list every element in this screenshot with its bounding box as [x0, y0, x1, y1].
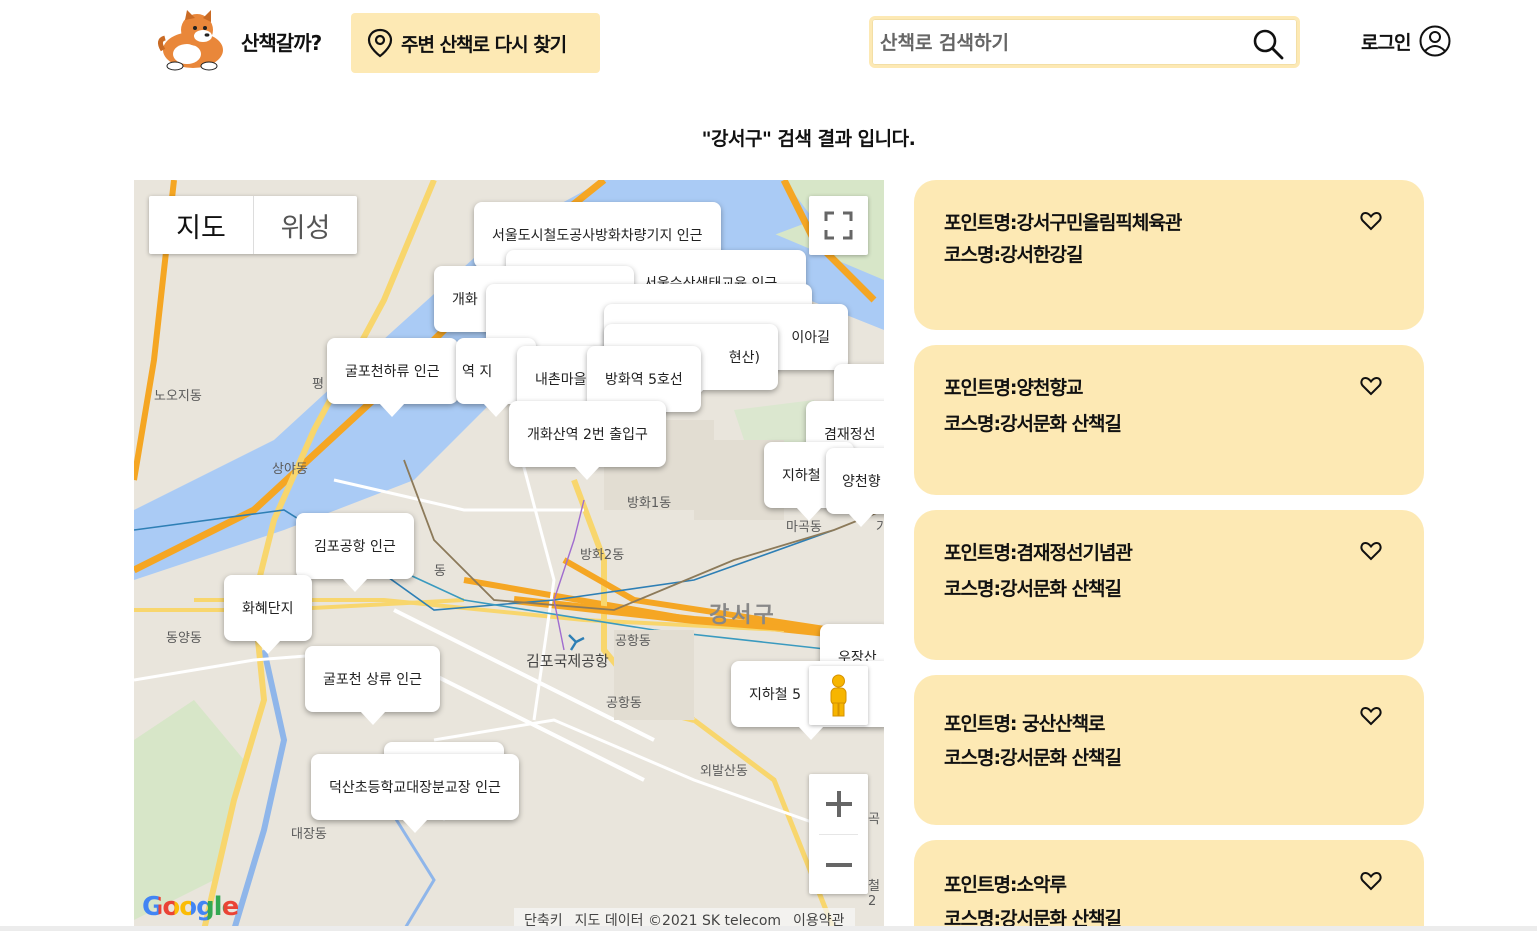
map-label-dongyangdong: 동양동: [166, 631, 202, 646]
location-pin-icon: [367, 28, 393, 58]
marker-bubble-deoksan-school[interactable]: 덕산초등학교대장분교장 인근: [311, 754, 519, 833]
result-course-name: 코스명:강서한강길: [944, 244, 1083, 266]
login-label: 로그인: [1361, 31, 1411, 54]
search-result-title-text: "강서구" 검색 결과 입니다.: [701, 128, 916, 150]
marker-bubble-label: 개화산역 2번 출입구: [527, 427, 648, 443]
result-point-name: 포인트명:겸재정선기념관: [944, 542, 1133, 564]
marker-bubble-label: 지하철 5: [749, 687, 801, 703]
marker-bubble-label: 굴포천하류 인근: [345, 364, 440, 380]
pegman-icon: [830, 674, 847, 717]
result-point-name: 포인트명: 궁산산책로: [944, 713, 1106, 735]
result-point-name: 포인트명:양천향교: [944, 377, 1083, 399]
marker-bubble-gaehwasan-exit2[interactable]: 개화산역 2번 출입구: [509, 401, 666, 480]
favorite-heart-icon[interactable]: [1360, 870, 1382, 892]
marker-bubble-label: 개화: [452, 292, 478, 308]
map-label-gonghangdong: 공항동: [615, 634, 651, 649]
result-course-name: 코스명:강서문화 산책길: [944, 747, 1122, 769]
marker-bubble-label: 지하철: [782, 468, 821, 484]
map-label-daejangdong: 대장동: [291, 827, 327, 842]
marker-bubble-label: 김포공항 인근: [314, 539, 396, 555]
zoom-out-button[interactable]: [809, 835, 868, 895]
trail-search-input[interactable]: [880, 27, 1240, 59]
result-card[interactable]: 포인트명:소악루 코스명:강서문화 산책길: [914, 840, 1424, 931]
horizontal-scrollbar[interactable]: [0, 926, 1537, 931]
map-type-control: 지도 위성: [149, 196, 357, 254]
marker-bubble-label: 양천향: [842, 474, 881, 490]
marker-bubble-label: 덕산초등학교대장분교장 인근: [329, 780, 501, 796]
marker-bubble-gimpo-airport-nearby[interactable]: 김포공항 인근: [296, 513, 414, 592]
google-logo: Google: [142, 892, 239, 922]
map-label-gok: 곡: [868, 812, 880, 827]
marker-bubble-label: 겸재정선: [824, 427, 876, 443]
map-label-gonghangdong-2: 공항동: [606, 696, 642, 711]
google-map[interactable]: 노오지동 평 상야동 동양동 대장동 방화1동 방화2동 마곡동 강서구 공항동…: [134, 180, 884, 930]
marker-bubble-label: 서울도시철도공사방화차량기지 인근: [492, 228, 703, 244]
app-logo[interactable]: 산책갈까?: [157, 10, 322, 72]
marker-bubble-label: 굴포천 상류 인근: [323, 672, 423, 688]
zoom-control: [809, 774, 868, 894]
map-label-banghwa1dong: 방화1동: [627, 496, 672, 511]
zoom-in-button[interactable]: [809, 774, 868, 834]
result-card[interactable]: 포인트명:겸재정선기념관 코스명:강서문화 산책길: [914, 510, 1424, 660]
logo-text: 산책갈까?: [241, 30, 322, 55]
result-card[interactable]: 포인트명: 궁산산책로 코스명:강서문화 산책길: [914, 675, 1424, 825]
search-icon[interactable]: [1251, 27, 1285, 61]
favorite-heart-icon[interactable]: [1360, 540, 1382, 562]
result-point-name: 포인트명:강서구민올림픽체육관: [944, 212, 1182, 234]
marker-bubble-yangcheon[interactable]: 양천향: [826, 448, 884, 527]
marker-bubble-label: 이아길: [791, 330, 830, 346]
marker-bubble-label: 화혜단지: [242, 601, 294, 617]
google-logo-text: Google: [142, 892, 239, 922]
result-course-name: 코스명:강서문화 산책길: [944, 578, 1122, 600]
favorite-heart-icon[interactable]: [1360, 375, 1382, 397]
map-label-oebalsandong: 외발산동: [700, 764, 748, 779]
map-label-ga: 가: [876, 520, 884, 535]
user-account-icon: [1419, 25, 1451, 57]
result-card[interactable]: 포인트명:양천향교 코스명:강서문화 산책길: [914, 345, 1424, 495]
map-label-banghwa2dong: 방화2동: [580, 548, 625, 563]
map-label-gangseogu: 강서구: [709, 603, 776, 628]
shiba-dog-logo-icon: [157, 10, 223, 71]
login-button[interactable]: 로그인: [1361, 24, 1452, 58]
marker-bubble-gulpocheon-upper[interactable]: 굴포천 상류 인근: [305, 646, 441, 725]
result-card[interactable]: 포인트명:강서구민올림픽체육관 코스명:강서한강길: [914, 180, 1424, 330]
marker-bubble-label: 현산): [728, 350, 760, 366]
street-view-pegman-button[interactable]: [809, 666, 868, 725]
marker-bubble-label: 내촌마을: [535, 372, 587, 388]
map-label-pyeong: 평: [312, 377, 324, 392]
marker-bubble-label: 역 지: [462, 364, 493, 380]
map-label-gimpo-airport: 김포국제공항: [526, 652, 609, 670]
find-nearby-trails-button[interactable]: 주변 산책로 다시 찾기: [351, 13, 600, 73]
marker-bubble-label: 방화역 5호선: [605, 372, 683, 388]
marker-bubble-gulpocheon-lower[interactable]: 굴포천하류 인근: [327, 338, 458, 417]
search-result-title: "강서구" 검색 결과 입니다.: [0, 124, 1537, 151]
fullscreen-icon: [824, 211, 853, 240]
map-label-noojidong: 노오지동: [154, 389, 202, 404]
map-label-dong: 동: [434, 564, 446, 579]
marker-bubble-hwahye[interactable]: 화혜단지: [224, 575, 312, 654]
fullscreen-button[interactable]: [809, 196, 868, 255]
map-label-rail-2: 철 2: [868, 879, 880, 909]
map-type-tab-satellite[interactable]: 위성: [253, 196, 357, 254]
result-point-name: 포인트명:소악루: [944, 874, 1067, 896]
favorite-heart-icon[interactable]: [1360, 705, 1382, 727]
map-type-tab-map[interactable]: 지도: [149, 196, 253, 254]
plus-icon: [825, 791, 852, 817]
favorite-heart-icon[interactable]: [1360, 210, 1382, 232]
search-bar: [869, 16, 1300, 68]
map-label-sangyadong: 상야동: [272, 462, 308, 477]
result-course-name: 코스명:강서문화 산책길: [944, 413, 1122, 435]
minus-icon: [825, 863, 852, 867]
find-nearby-trails-label: 주변 산책로 다시 찾기: [401, 33, 567, 56]
